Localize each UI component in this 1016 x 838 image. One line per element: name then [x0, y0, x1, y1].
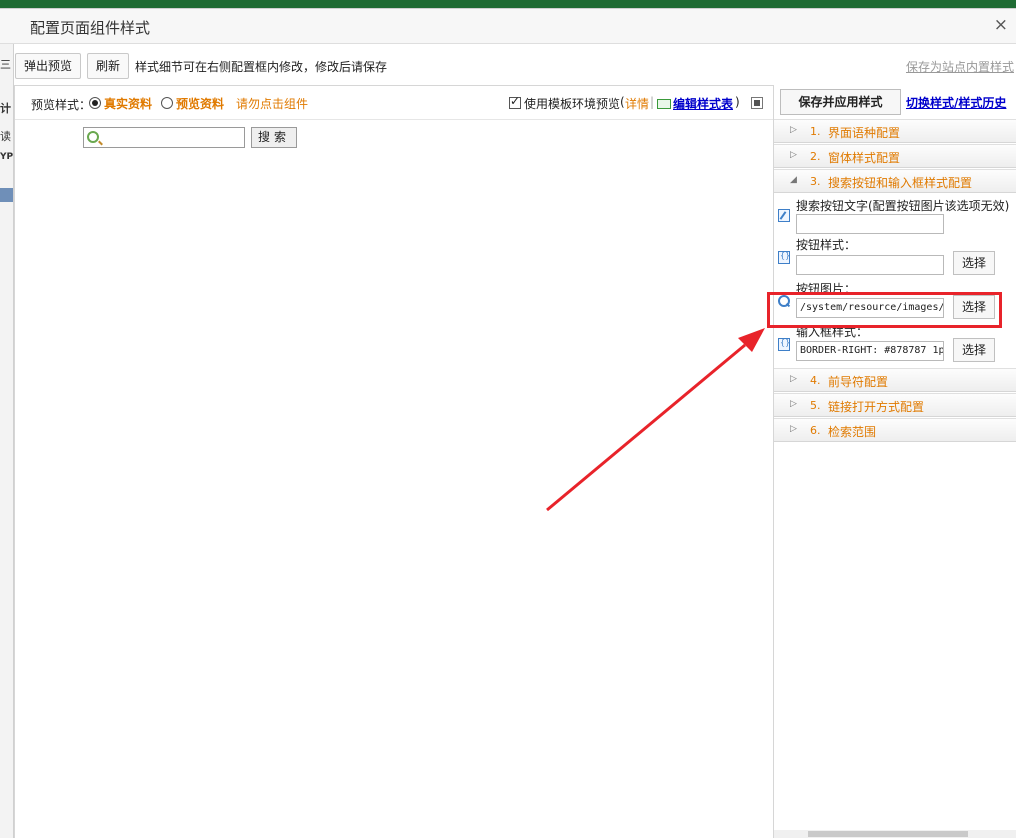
stylesheet-icon	[657, 99, 671, 109]
refresh-button[interactable]: 刷新	[87, 53, 129, 79]
input-style-input[interactable]: BORDER-RIGHT: #878787 1p	[796, 341, 944, 361]
bg-fragment: YP	[0, 152, 14, 162]
scrollbar-thumb[interactable]	[808, 831, 968, 837]
section-prefix[interactable]: ▷ 4. 前导符配置	[774, 368, 1016, 392]
button-image-label: 按钮图片：	[796, 282, 857, 296]
save-as-builtin-link[interactable]: 保存为站点内置样式	[906, 58, 1014, 75]
details-separator: |	[650, 95, 655, 109]
maximize-icon[interactable]	[751, 97, 763, 109]
config-pane: 保存并应用样式 切换样式/样式历史 ▷ 1. 界面语种配置 ▷ 2. 窗体样式配…	[773, 85, 1016, 838]
close-icon[interactable]: ×	[994, 15, 1008, 35]
section-number: 6.	[810, 424, 821, 437]
preview-data-label[interactable]: 预览资料	[176, 95, 224, 112]
button-text-input[interactable]	[796, 214, 944, 234]
preview-style-label: 预览样式：	[31, 98, 92, 112]
collapsed-arrow-icon: ▷	[790, 399, 797, 409]
section-number: 5.	[810, 399, 821, 412]
image-search-icon	[778, 295, 790, 308]
horizontal-scrollbar[interactable]	[774, 830, 1016, 838]
section-number: 2.	[810, 150, 821, 163]
style-history-link[interactable]: 切换样式/样式历史	[906, 94, 1006, 111]
button-text-label: 搜索按钮文字(配置按钮图片该选项无效)	[796, 199, 1010, 213]
code-icon	[778, 251, 790, 264]
dialog-title: 配置页面组件样式	[30, 19, 151, 37]
expanded-arrow-icon: ◢	[790, 175, 797, 185]
code-icon	[778, 338, 790, 351]
section-number: 3.	[810, 175, 821, 188]
bg-fragment: 计	[0, 102, 11, 115]
bg-fragment: 读	[0, 130, 11, 143]
real-data-label[interactable]: 真实资料	[104, 95, 152, 112]
edit-icon	[778, 209, 790, 222]
section-search-scope[interactable]: ▷ 6. 检索范围	[774, 418, 1016, 442]
section-label: 界面语种配置	[828, 126, 901, 140]
button-image-input[interactable]: /system/resource/images/	[796, 298, 944, 318]
collapsed-arrow-icon: ▷	[790, 374, 797, 384]
dialog-toolbar: 弹出预览 刷新 样式细节可在右侧配置框内修改，修改后请保存 保存为站点内置样式	[14, 45, 1016, 85]
button-image-choose-button[interactable]: 选择	[953, 295, 995, 319]
section-label: 搜索按钮和输入框样式配置	[828, 176, 973, 190]
input-style-label: 输入框样式：	[796, 325, 869, 339]
preview-pane: 预览样式： 真实资料 预览资料 请勿点击组件 使用模板环境预览 ( 详情 | 编…	[14, 85, 774, 838]
section-label: 链接打开方式配置	[828, 400, 925, 414]
toolbar-tip: 样式细节可在右侧配置框内修改，修改后请保存	[135, 60, 388, 74]
bg-selected-bar	[0, 188, 13, 202]
edit-css-link[interactable]: 编辑样式表	[673, 97, 733, 111]
preview-header: 预览样式： 真实资料 预览资料 请勿点击组件 使用模板环境预览 ( 详情 | 编…	[15, 86, 773, 120]
search-button[interactable]: 搜索	[251, 127, 297, 148]
collapsed-arrow-icon: ▷	[790, 424, 797, 434]
edit-css-link-wrap[interactable]: 编辑样式表	[657, 95, 733, 112]
bg-fragment: 三	[0, 58, 11, 71]
section-search-button-input[interactable]: ◢ 3. 搜索按钮和输入框样式配置	[774, 169, 1016, 193]
button-style-input[interactable]	[796, 255, 944, 275]
button-style-label: 按钮样式：	[796, 238, 857, 252]
section-ui-language[interactable]: ▷ 1. 界面语种配置	[774, 119, 1016, 143]
section-label: 前导符配置	[828, 375, 889, 389]
real-data-radio[interactable]	[89, 97, 101, 109]
button-style-choose-button[interactable]: 选择	[953, 251, 995, 275]
template-env-label[interactable]: 使用模板环境预览	[524, 95, 620, 112]
preview-data-radio[interactable]	[161, 97, 173, 109]
section-link-open-mode[interactable]: ▷ 5. 链接打开方式配置	[774, 393, 1016, 417]
no-click-hint: 请勿点击组件	[236, 97, 309, 111]
popup-preview-button[interactable]: 弹出预览	[15, 53, 81, 79]
collapsed-arrow-icon: ▷	[790, 125, 797, 135]
save-apply-button[interactable]: 保存并应用样式	[780, 89, 901, 115]
template-env-checkbox[interactable]	[509, 94, 521, 109]
search-icon	[87, 131, 99, 143]
collapsed-arrow-icon: ▷	[790, 150, 797, 160]
details-open-paren: (	[620, 95, 625, 109]
section-number: 4.	[810, 374, 821, 387]
background-app-strip	[0, 0, 1016, 8]
dialog-titlebar: 配置页面组件样式 ×	[0, 9, 1016, 44]
background-app-sidebar: 三 计 读 YP	[0, 44, 14, 838]
section-window-style[interactable]: ▷ 2. 窗体样式配置	[774, 144, 1016, 168]
section-number: 1.	[810, 125, 821, 138]
section-label: 检索范围	[828, 425, 877, 439]
section-label: 窗体样式配置	[828, 151, 901, 165]
details-close-paren: )	[735, 95, 740, 109]
input-style-choose-button[interactable]: 选择	[953, 338, 995, 362]
search-input[interactable]	[83, 127, 245, 148]
details-link[interactable]: 详情	[625, 95, 649, 112]
